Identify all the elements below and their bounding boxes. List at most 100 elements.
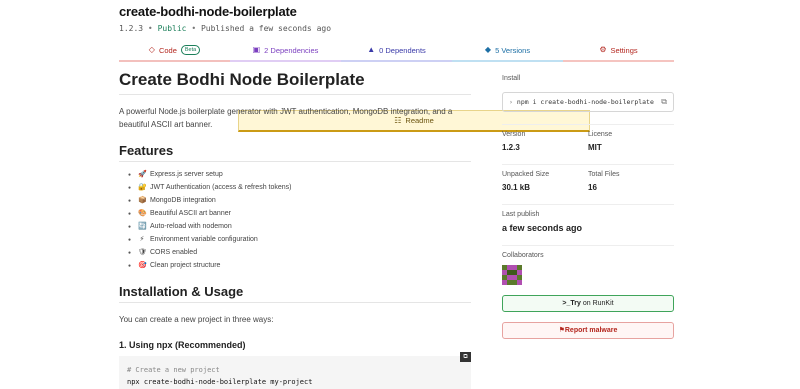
runkit-suffix: on RunKit bbox=[582, 300, 614, 307]
list-item: ● 🔄 Auto-reload with nodemon bbox=[128, 220, 471, 233]
license-label: License bbox=[588, 131, 613, 138]
install-heading: Installation & Usage bbox=[119, 284, 471, 303]
install-command-box[interactable]: › npm i create-bodhi-node-boilerplate ⧉ bbox=[502, 92, 674, 112]
install-intro: You can create a new project in three wa… bbox=[119, 315, 274, 324]
bullet-icon: ● bbox=[128, 262, 132, 269]
feature-text: JWT Authentication (access & refresh tok… bbox=[150, 184, 292, 191]
collaborators-label: Collaborators bbox=[502, 252, 544, 259]
bullet-icon: ● bbox=[128, 236, 132, 243]
report-malware-button[interactable]: ⚑Report malware bbox=[502, 322, 674, 339]
version-value: 1.2.3 bbox=[502, 143, 520, 152]
meta-separator: • bbox=[191, 24, 197, 33]
dependents-icon: ▲ bbox=[367, 45, 376, 54]
tab-settings-label: Settings bbox=[610, 45, 638, 55]
license-value: MIT bbox=[588, 143, 602, 152]
feature-emoji: 🔄 bbox=[138, 222, 147, 230]
package-header: create-bodhi-node-boilerplate 1.2.3 • Pu… bbox=[119, 4, 331, 33]
tab-dependents-label: 0 Dependents bbox=[379, 45, 426, 55]
bullet-icon: ● bbox=[128, 184, 132, 191]
copy-code-icon[interactable]: ⧉ bbox=[460, 352, 471, 362]
feature-text: Environment variable configuration bbox=[150, 236, 258, 243]
beta-badge: Beta bbox=[180, 45, 201, 55]
code-icon: ◇ bbox=[148, 45, 155, 54]
tab-code-label: Code bbox=[158, 45, 177, 55]
version-label: Version bbox=[502, 131, 526, 138]
unpacked-col: Unpacked Size 30.1 kB bbox=[502, 171, 588, 192]
unpacked-size-value: 30.1 kB bbox=[502, 183, 531, 192]
list-item: ● 📦 MongoDB integration bbox=[128, 194, 471, 207]
feature-text: MongoDB integration bbox=[150, 197, 216, 204]
tab-dependencies-label: 2 Dependencies bbox=[264, 45, 319, 55]
visibility-badge: Public bbox=[157, 24, 187, 33]
tab-versions-label: 5 Versions bbox=[495, 45, 531, 55]
feature-text: CORS enabled bbox=[150, 249, 198, 256]
size-files-row: Unpacked Size 30.1 kB Total Files 16 bbox=[502, 164, 674, 192]
sidebar: Install › npm i create-bodhi-node-boiler… bbox=[502, 75, 674, 339]
npx-heading: 1. Using npx (Recommended) bbox=[119, 340, 246, 350]
collaborators-section: Collaborators bbox=[502, 245, 674, 285]
runkit-label: >_Try bbox=[562, 300, 581, 307]
readme-title: Create Bodhi Node Boilerplate bbox=[119, 70, 471, 95]
unpacked-size-label: Unpacked Size bbox=[502, 171, 550, 178]
feature-emoji: 🔐 bbox=[138, 183, 147, 191]
meta-separator: • bbox=[147, 24, 153, 33]
package-tabs: ☷ Readme ◇ Code Beta ▣ 2 Dependencies ▲ … bbox=[119, 40, 674, 132]
last-publish-value: a few seconds ago bbox=[502, 223, 583, 233]
bullet-icon: ● bbox=[128, 171, 132, 178]
feature-emoji: 📦 bbox=[138, 196, 147, 204]
code-block: ⧉ # Create a new project npx create-bodh… bbox=[119, 352, 471, 389]
version-license-row: Version 1.2.3 License MIT bbox=[502, 124, 674, 152]
list-item: ● 🎯 Clean project structure bbox=[128, 259, 471, 272]
package-meta: 1.2.3 • Public • Published a few seconds… bbox=[119, 24, 331, 33]
feature-text: Express.js server setup bbox=[150, 171, 223, 178]
versions-icon: ◆ bbox=[484, 45, 492, 54]
features-heading: Features bbox=[119, 143, 471, 162]
settings-icon: ⚙ bbox=[599, 45, 607, 54]
feature-text: Clean project structure bbox=[150, 262, 221, 269]
feature-text: Beautiful ASCII art banner bbox=[150, 210, 231, 217]
tab-dependents[interactable]: ▲ 0 Dependents bbox=[341, 40, 452, 62]
report-label: Report malware bbox=[564, 327, 618, 334]
bullet-icon: ● bbox=[128, 249, 132, 256]
tab-versions[interactable]: ◆ 5 Versions bbox=[452, 40, 563, 62]
total-files-label: Total Files bbox=[588, 171, 620, 178]
avatar[interactable] bbox=[502, 265, 522, 285]
files-col: Total Files 16 bbox=[588, 171, 674, 192]
install-command: npm i create-bodhi-node-boilerplate bbox=[516, 98, 654, 106]
published-time: Published a few seconds ago bbox=[200, 24, 332, 33]
last-publish-section: Last publish a few seconds ago bbox=[502, 204, 674, 233]
list-item: ● 🎨 Beautiful ASCII art banner bbox=[128, 207, 471, 220]
license-col: License MIT bbox=[588, 131, 674, 152]
tab-code[interactable]: ◇ Code Beta bbox=[119, 40, 230, 62]
copy-icon[interactable]: ⧉ bbox=[661, 97, 667, 107]
tab-dependencies[interactable]: ▣ 2 Dependencies bbox=[230, 40, 341, 62]
code-command: npx create-bodhi-node-boilerplate my-pro… bbox=[127, 378, 313, 386]
readme-description: A powerful Node.js boilerplate generator… bbox=[119, 107, 453, 129]
code-comment: # Create a new project bbox=[127, 366, 220, 374]
list-item: ● ⚡ Environment variable configuration bbox=[128, 233, 471, 246]
last-publish-label: Last publish bbox=[502, 211, 540, 218]
list-item: ● 🚀 Express.js server setup bbox=[128, 168, 471, 181]
bullet-icon: ● bbox=[128, 210, 132, 217]
list-item: ● 🛡 CORS enabled bbox=[128, 246, 471, 259]
feature-emoji: 🚀 bbox=[138, 170, 147, 178]
bullet-icon: ● bbox=[128, 197, 132, 204]
install-label: Install bbox=[502, 75, 521, 82]
prompt-icon: › bbox=[509, 98, 513, 106]
package-name: create-bodhi-node-boilerplate bbox=[119, 4, 297, 19]
feature-text: Auto-reload with nodemon bbox=[150, 223, 232, 230]
feature-emoji: ⚡ bbox=[139, 235, 145, 243]
bullet-icon: ● bbox=[128, 223, 132, 230]
feature-emoji: 🛡 bbox=[138, 248, 147, 256]
list-item: ● 🔐 JWT Authentication (access & refresh t… bbox=[128, 181, 471, 194]
tab-settings[interactable]: ⚙ Settings bbox=[563, 40, 674, 62]
feature-emoji: 🎨 bbox=[138, 209, 147, 217]
dependencies-icon: ▣ bbox=[252, 45, 261, 54]
total-files-value: 16 bbox=[588, 183, 597, 192]
package-version: 1.2.3 bbox=[119, 24, 144, 33]
feature-emoji: 🎯 bbox=[138, 261, 147, 269]
features-list: ● 🚀 Express.js server setup ● 🔐 JWT Authenti… bbox=[119, 168, 471, 272]
try-on-runkit-button[interactable]: >_Try on RunKit bbox=[502, 295, 674, 312]
version-col: Version 1.2.3 bbox=[502, 131, 588, 152]
readme-content: Create Bodhi Node Boilerplate A powerful… bbox=[119, 70, 471, 389]
